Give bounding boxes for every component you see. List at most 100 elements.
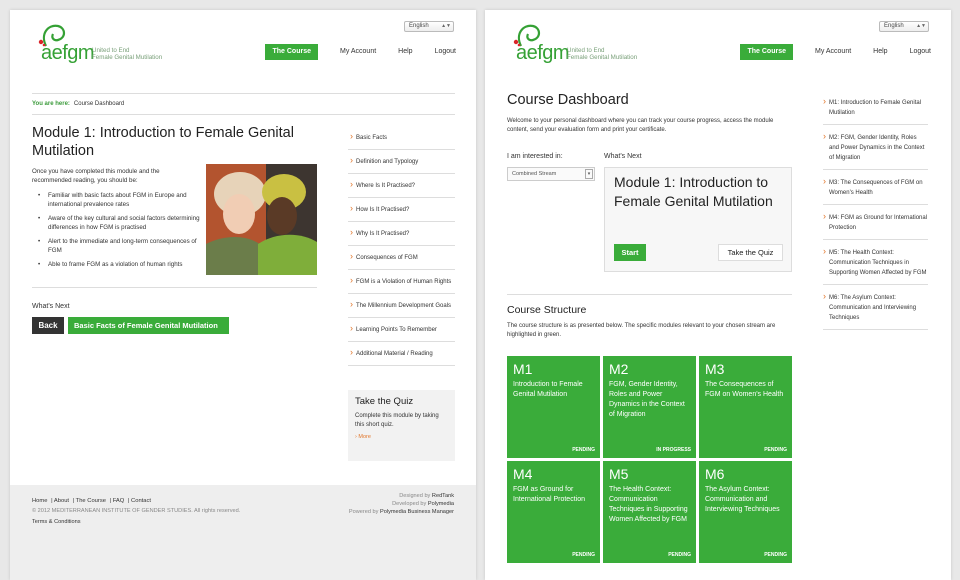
sidebar-item-learning-points[interactable]: Learning Points To Remember	[348, 318, 455, 342]
module-intro: Once you have completed this module and …	[32, 168, 160, 184]
sidebar-item-where[interactable]: Where Is It Practised?	[348, 174, 455, 198]
module-status: PENDING	[764, 552, 787, 558]
footer-link-contact[interactable]: Contact	[131, 498, 151, 504]
module-tile-m3[interactable]: M3 The Consequences of FGM on Women's Hea…	[699, 356, 792, 458]
start-button[interactable]: Start	[614, 244, 646, 261]
sidebar-item-human-rights[interactable]: FGM is a Violation of Human Rights	[348, 270, 455, 294]
nav-the-course[interactable]: The Course	[740, 44, 793, 60]
credit-polymedia[interactable]: Polymedia	[428, 501, 454, 507]
copyright: © 2012 MEDITERRANEAN INSTITUTE OF GENDER…	[32, 508, 241, 514]
nav-help[interactable]: Help	[398, 44, 412, 60]
footer-link-about[interactable]: About	[54, 498, 69, 504]
stream-select[interactable]: Combined Stream ▾	[507, 167, 595, 181]
sidebar-item-m3[interactable]: M3: The Consequences of FGM on Women's H…	[823, 176, 928, 205]
credit-redtank[interactable]: RedTank	[432, 493, 454, 499]
lesson-sidebar: Basic Facts Definition and Typology Wher…	[348, 126, 455, 366]
logo[interactable]: aefgm United to End Female Genital Mutila…	[32, 22, 192, 66]
logo-wordmark: aefgm	[41, 42, 95, 64]
next-lesson-button[interactable]: Basic Facts of Female Genital Mutilation	[68, 317, 229, 334]
module-title: FGM as Ground for International Protecti…	[513, 486, 585, 503]
footer-links: Home | About | The Course | FAQ | Contac…	[32, 498, 152, 504]
logo-tagline: United to End Female Genital Mutilation	[92, 47, 163, 61]
nav-my-account[interactable]: My Account	[340, 44, 376, 60]
course-structure-desc: The course structure is as presented bel…	[507, 323, 776, 338]
module-status: PENDING	[572, 447, 595, 453]
list-item: Familiar with basic facts about FGM in E…	[32, 191, 202, 209]
sidebar-item-m4[interactable]: M4: FGM as Ground for International Prot…	[823, 211, 928, 240]
module-status: PENDING	[764, 447, 787, 453]
module-number: M5	[609, 466, 629, 482]
sidebar-item-mdg[interactable]: The Millennium Development Goals	[348, 294, 455, 318]
sidebar-item-how[interactable]: How Is It Practised?	[348, 198, 455, 222]
module-tile-m2[interactable]: M2 FGM, Gender Identity, Roles and Power …	[603, 356, 696, 458]
interest-label: I am interested in:	[507, 153, 563, 160]
list-item: Alert to the immediate and long-term con…	[32, 237, 202, 255]
back-button[interactable]: Back	[32, 317, 64, 334]
terms-link[interactable]: Terms & Conditions	[32, 519, 81, 525]
sidebar-item-m2[interactable]: M2: FGM, Gender Identity, Roles and Powe…	[823, 131, 928, 170]
sidebar-item-basic-facts[interactable]: Basic Facts	[348, 126, 455, 150]
sidebar-item-why[interactable]: Why Is It Practised?	[348, 222, 455, 246]
module-title: Introduction to Female Genital Mutilatio…	[513, 381, 583, 398]
sidebar-item-consequences[interactable]: Consequences of FGM	[348, 246, 455, 270]
module-photo	[206, 164, 317, 275]
credit-business-manager[interactable]: Polymedia Business Manager	[380, 509, 454, 515]
module-status: PENDING	[572, 552, 595, 558]
module-number: M4	[513, 466, 533, 482]
module-title: The Asylum Context: Communication and In…	[705, 486, 780, 513]
quiz-more-link[interactable]: › More	[355, 434, 448, 440]
module-tile-m1[interactable]: M1 Introduction to Female Genital Mutilat…	[507, 356, 600, 458]
logo-tagline: United to End Female Genital Mutilation	[567, 47, 638, 61]
select-arrows-icon: ▲▼	[441, 23, 451, 29]
module-title: FGM, Gender Identity, Roles and Power Dy…	[609, 381, 685, 418]
sidebar-item-additional[interactable]: Additional Material / Reading	[348, 342, 455, 366]
whats-next-label: What's Next	[604, 153, 642, 160]
nav-logout[interactable]: Logout	[910, 44, 931, 60]
quiz-title: Take the Quiz	[355, 396, 414, 407]
module-tile-m6[interactable]: M6 The Asylum Context: Communication and …	[699, 461, 792, 563]
module-page: English ▲▼ aefgm United to End Female Geni…	[10, 10, 476, 580]
nav-help[interactable]: Help	[873, 44, 887, 60]
divider	[507, 294, 792, 295]
module-number: M2	[609, 361, 629, 377]
quiz-box: Take the Quiz Complete this module by ta…	[348, 390, 455, 461]
module-number: M3	[705, 361, 725, 377]
page-title: Module 1: Introduction to Female Genital…	[32, 125, 294, 159]
footer: Home | About | The Course | FAQ | Contac…	[10, 485, 476, 580]
language-select[interactable]: English ▲▼	[404, 21, 454, 32]
module-status: PENDING	[668, 552, 691, 558]
logo-wordmark: aefgm	[516, 42, 570, 64]
next-module-title: Module 1: Introduction to Female Genital…	[614, 174, 773, 209]
footer-link-faq[interactable]: FAQ	[113, 498, 125, 504]
divider	[32, 287, 317, 288]
take-quiz-button[interactable]: Take the Quiz	[718, 244, 783, 261]
module-number: M1	[513, 361, 533, 377]
sidebar-item-m5[interactable]: M5: The Health Context: Communication Te…	[823, 246, 928, 285]
dashboard-page: English ▲▼ aefgm United to End Female Geni…	[485, 10, 951, 580]
breadcrumb-label: You are here:	[32, 101, 70, 107]
chevron-down-icon: ▾	[585, 169, 593, 179]
objectives-list: Familiar with basic facts about FGM in E…	[32, 191, 202, 274]
logo[interactable]: aefgm United to End Female Genital Mutila…	[507, 22, 667, 66]
breadcrumb-course-dashboard[interactable]: Course Dashboard	[74, 101, 124, 107]
sidebar-item-definition[interactable]: Definition and Typology	[348, 150, 455, 174]
nav-my-account[interactable]: My Account	[815, 44, 851, 60]
whats-next-card: Module 1: Introduction to Female Genital…	[604, 167, 792, 272]
main-nav: The Course My Account Help Logout	[740, 44, 931, 60]
module-grid: M1 Introduction to Female Genital Mutilat…	[507, 356, 793, 563]
dashboard-intro: Welcome to your personal dashboard where…	[507, 118, 774, 133]
sidebar-item-m1[interactable]: M1: Introduction to Female Genital Mutil…	[823, 96, 928, 125]
footer-link-home[interactable]: Home	[32, 498, 47, 504]
module-number: M6	[705, 466, 725, 482]
language-value: English	[884, 23, 904, 29]
sidebar-item-m6[interactable]: M6: The Asylum Context: Communication an…	[823, 291, 928, 330]
course-structure-title: Course Structure	[507, 304, 587, 316]
module-tile-m4[interactable]: M4 FGM as Ground for International Protec…	[507, 461, 600, 563]
nav-logout[interactable]: Logout	[435, 44, 456, 60]
footer-link-course[interactable]: The Course	[76, 498, 106, 504]
page-title: Course Dashboard	[507, 92, 629, 108]
module-tile-m5[interactable]: M5 The Health Context: Communication Tech…	[603, 461, 696, 563]
nav-the-course[interactable]: The Course	[265, 44, 318, 60]
language-select[interactable]: English ▲▼	[879, 21, 929, 32]
stream-value: Combined Stream	[512, 171, 557, 177]
